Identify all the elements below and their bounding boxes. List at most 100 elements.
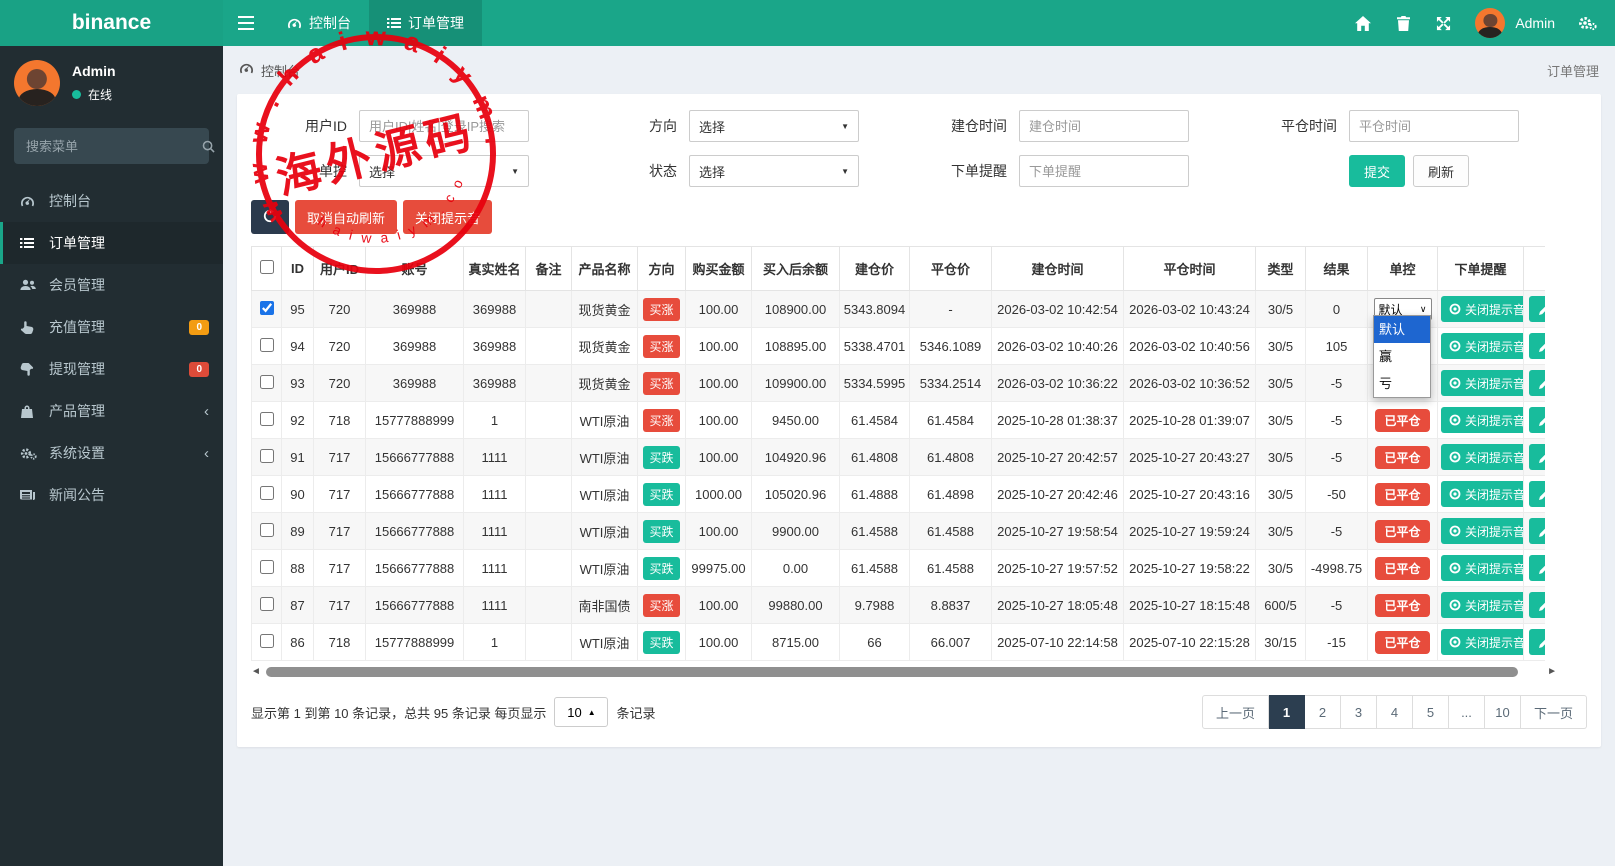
brand-logo[interactable]: binance xyxy=(0,0,223,46)
edit-button[interactable] xyxy=(1529,629,1545,655)
page-button[interactable]: 1 xyxy=(1268,695,1305,729)
page-button[interactable]: 5 xyxy=(1412,695,1449,729)
scroll-right-arrow-icon[interactable]: ► xyxy=(1547,666,1557,677)
row-checkbox[interactable] xyxy=(259,448,274,463)
edit-button[interactable] xyxy=(1529,370,1545,396)
nav-tab-1[interactable]: 订单管理 xyxy=(369,0,482,46)
row-checkbox[interactable] xyxy=(259,633,274,648)
row-checkbox[interactable] xyxy=(259,522,274,537)
control-option[interactable]: 赢 xyxy=(1374,343,1430,370)
row-checkbox[interactable] xyxy=(259,559,274,574)
column-header-action[interactable]: 操作 xyxy=(1523,246,1545,291)
edit-button[interactable] xyxy=(1529,481,1545,507)
closed-badge: 已平仓 xyxy=(1375,630,1430,654)
table-row: 92 718 15777888999 1 WTI原油 买涨 100.00 9450.00 61.… xyxy=(251,401,1545,439)
edit-button[interactable] xyxy=(1529,407,1545,433)
status-select[interactable]: 选择 ▼ xyxy=(689,155,859,187)
column-header[interactable]: 类型 xyxy=(1255,246,1306,291)
sidebar-item-7[interactable]: 新闻公告 xyxy=(0,474,223,516)
close-alert-button[interactable]: 关闭提示音 xyxy=(1441,555,1523,581)
control-filter-select[interactable]: 选择 ▼ xyxy=(359,155,529,187)
sidebar-item-4[interactable]: 提现管理 0 xyxy=(0,348,223,390)
sidebar-item-0[interactable]: 控制台 xyxy=(0,180,223,222)
edit-button[interactable] xyxy=(1529,333,1545,359)
control-option[interactable]: 亏 xyxy=(1374,370,1430,397)
closetime-input[interactable] xyxy=(1349,110,1519,142)
nav-tab-0[interactable]: 控制台 xyxy=(269,0,369,46)
column-header[interactable]: ID xyxy=(281,246,314,291)
prev-page-button[interactable]: 上一页 xyxy=(1201,695,1269,729)
sidebar-toggle-button[interactable] xyxy=(223,0,269,46)
column-header[interactable]: 平仓价 xyxy=(909,246,992,291)
search-icon[interactable] xyxy=(202,140,215,153)
expand-icon[interactable] xyxy=(1423,16,1463,31)
page-button[interactable]: ... xyxy=(1448,695,1485,729)
column-header[interactable]: 真实姓名 xyxy=(463,246,526,291)
edit-button[interactable] xyxy=(1529,444,1545,470)
refresh-table-button[interactable] xyxy=(251,200,289,234)
page-button[interactable]: 3 xyxy=(1340,695,1377,729)
close-alert-button[interactable]: 关闭提示音 xyxy=(1441,296,1523,322)
column-header[interactable]: 购买金额 xyxy=(685,246,752,291)
row-checkbox[interactable] xyxy=(259,411,274,426)
user-menu[interactable]: Admin xyxy=(1463,8,1567,38)
select-all-checkbox[interactable] xyxy=(259,260,274,274)
page-button[interactable]: 10 xyxy=(1484,695,1521,729)
close-alert-button[interactable]: 关闭提示音 xyxy=(1441,629,1523,655)
column-header[interactable]: 账号 xyxy=(365,246,464,291)
column-header[interactable]: 结果 xyxy=(1305,246,1368,291)
close-alert-button[interactable]: 关闭提示音 xyxy=(1441,407,1523,433)
close-alert-button[interactable]: 关闭提示音 xyxy=(1441,333,1523,359)
trash-icon[interactable] xyxy=(1383,15,1423,31)
direction-select[interactable]: 选择 ▼ xyxy=(689,110,859,142)
row-checkbox[interactable] xyxy=(259,337,274,352)
alert-input[interactable] xyxy=(1019,155,1189,187)
row-checkbox[interactable] xyxy=(259,485,274,500)
sidebar-item-3[interactable]: 充值管理 0 xyxy=(0,306,223,348)
bag-icon xyxy=(20,405,49,418)
opentime-input[interactable] xyxy=(1019,110,1189,142)
edit-button[interactable] xyxy=(1529,518,1545,544)
edit-button[interactable] xyxy=(1529,592,1545,618)
next-page-button[interactable]: 下一页 xyxy=(1520,695,1587,729)
control-option[interactable]: 默认 xyxy=(1374,316,1430,343)
edit-button[interactable] xyxy=(1529,555,1545,581)
column-header[interactable]: 单控 xyxy=(1367,246,1438,291)
close-alert-button[interactable]: 关闭提示音 xyxy=(1441,592,1523,618)
refresh-button[interactable]: 刷新 xyxy=(1413,155,1470,187)
column-header[interactable]: 建仓时间 xyxy=(991,246,1124,291)
column-header[interactable]: 方向 xyxy=(637,246,686,291)
settings-gears-icon[interactable] xyxy=(1567,15,1607,31)
home-icon[interactable] xyxy=(1343,15,1383,31)
close-alert-button[interactable]: 关闭提示音 xyxy=(1441,518,1523,544)
breadcrumb[interactable]: 控制台 xyxy=(239,61,300,80)
page-button[interactable]: 4 xyxy=(1376,695,1413,729)
close-alert-button[interactable]: 关闭提示音 xyxy=(1441,444,1523,470)
userid-input[interactable] xyxy=(359,110,529,142)
sidebar-item-6[interactable]: 系统设置 ‹ xyxy=(0,432,223,474)
scrollbar-thumb[interactable] xyxy=(266,667,1518,677)
sidebar-item-1[interactable]: 订单管理 xyxy=(0,222,223,264)
sidebar-item-2[interactable]: 会员管理 xyxy=(0,264,223,306)
sidebar-search-input[interactable] xyxy=(26,138,202,154)
column-header[interactable]: 买入后余额 xyxy=(751,246,840,291)
edit-button[interactable] xyxy=(1529,296,1545,322)
scroll-left-arrow-icon[interactable]: ◄ xyxy=(251,666,261,677)
column-header[interactable]: 平仓时间 xyxy=(1123,246,1256,291)
column-header[interactable]: 用户ID xyxy=(313,246,366,291)
column-header[interactable]: 备注 xyxy=(525,246,572,291)
cancel-auto-refresh-button[interactable]: 取消自动刷新 xyxy=(295,200,398,234)
page-size-select[interactable]: 10 ▲ xyxy=(554,697,609,727)
column-header[interactable]: 下单提醒 xyxy=(1437,246,1524,291)
close-alert-button[interactable]: 关闭提示音 xyxy=(1441,481,1523,507)
sound-toggle-button[interactable]: 关闭提示音 xyxy=(403,200,493,234)
row-checkbox[interactable] xyxy=(259,596,274,611)
column-header[interactable]: 建仓价 xyxy=(839,246,910,291)
row-checkbox[interactable] xyxy=(259,300,274,315)
page-button[interactable]: 2 xyxy=(1304,695,1341,729)
sidebar-item-5[interactable]: 产品管理 ‹ xyxy=(0,390,223,432)
close-alert-button[interactable]: 关闭提示音 xyxy=(1441,370,1523,396)
column-header[interactable]: 产品名称 xyxy=(571,246,638,291)
row-checkbox[interactable] xyxy=(259,374,274,389)
submit-button[interactable]: 提交 xyxy=(1349,155,1406,187)
